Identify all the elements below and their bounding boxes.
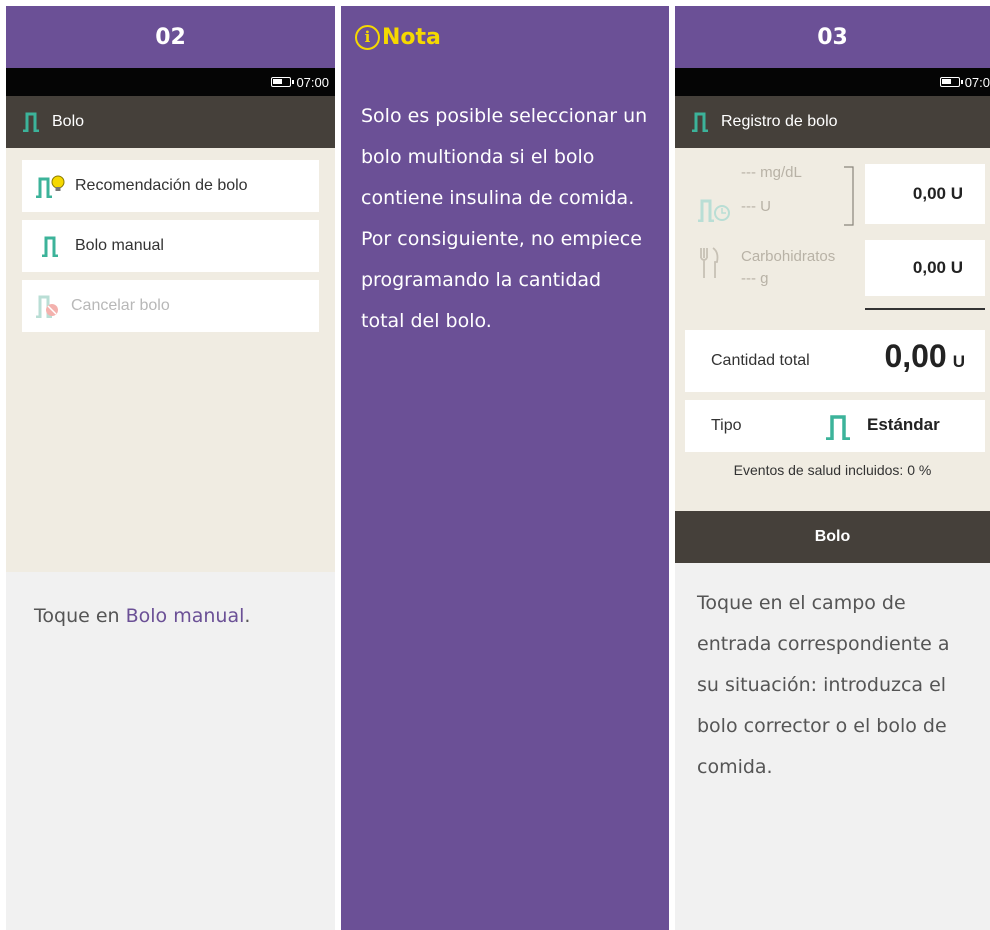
bolus-advice-icon [36, 175, 65, 198]
step-03-panel: 03 07:0 Registro de bolo --- mg/dL --- U… [675, 6, 990, 930]
health-events-text: Eventos de salud incluidos: 0 % [733, 462, 932, 478]
standard-bolus-icon [826, 415, 850, 440]
battery-icon [939, 77, 963, 87]
type-label: Tipo [711, 417, 742, 434]
bracket [844, 166, 854, 226]
caption-text: . [244, 605, 251, 627]
note-header: i Nota [341, 6, 669, 68]
app-bar: Registro de bolo [675, 96, 990, 148]
status-time: 07:00 [296, 74, 329, 90]
total-amount-row: Cantidad total 0,00 U [685, 330, 985, 392]
manual-bolus-link[interactable]: Bolo manual [126, 605, 245, 627]
menu-item-label: Bolo manual [75, 237, 164, 254]
total-value: 0,00 [884, 338, 947, 374]
correction-bolus-field[interactable]: 0,00 U [865, 164, 985, 224]
correction-bolus-icon [698, 199, 730, 222]
bolus-icon [42, 236, 58, 257]
battery-icon [271, 77, 295, 87]
carbs-label: Carbohidratos [741, 248, 836, 265]
total-value-group: 0,00 U [884, 338, 965, 375]
bolus-button-wrap: Bolo [675, 511, 990, 563]
bg-placeholder: --- mg/dL [741, 164, 802, 181]
bolus-button[interactable]: Bolo [675, 511, 990, 563]
bolus-icon [23, 112, 39, 132]
step-number: 02 [6, 6, 335, 68]
note-text: Solo es posible seleccionar un bolo mult… [361, 105, 648, 332]
status-bar: 07:00 [6, 68, 335, 96]
bolus-icon [692, 112, 708, 132]
step-instruction: Toque en Bolo manual. [6, 572, 335, 636]
bolus-type-row[interactable]: Tipo Estándar [685, 400, 985, 452]
status-bar: 07:0 [675, 68, 990, 96]
menu-item-cancel-bolus: Cancelar bolo [22, 280, 319, 332]
app-title: Registro de bolo [721, 113, 838, 130]
bolus-menu: Recomendación de bolo Bolo manual Cancel… [6, 148, 335, 572]
note-title: Nota [382, 24, 441, 50]
cancel-bolus-icon [36, 295, 58, 318]
carbs-bolus-field[interactable]: 0,00 U [865, 240, 985, 296]
fork-knife-icon [700, 247, 719, 278]
status-time: 07:0 [964, 74, 990, 90]
app-bar: Bolo [6, 96, 335, 148]
total-unit: U [952, 352, 965, 371]
bolus-entry-form: --- mg/dL --- U 0,00 U Carbohidratos ---… [675, 148, 990, 511]
sum-divider [865, 308, 985, 310]
menu-item-bolus-advice[interactable]: Recomendación de bolo [22, 160, 319, 212]
note-panel: i Nota Solo es posible seleccionar un bo… [341, 6, 669, 930]
correction-placeholder: --- U [741, 198, 771, 215]
step-02-panel: 02 07:00 Bolo Recomendación de bolo Bolo… [6, 6, 335, 930]
step-instruction: Toque en el campo de entrada correspondi… [697, 592, 950, 778]
total-label: Cantidad total [711, 352, 810, 369]
menu-item-manual-bolus[interactable]: Bolo manual [22, 220, 319, 272]
info-icon: i [355, 24, 380, 50]
menu-item-label: Recomendación de bolo [75, 177, 248, 194]
type-value: Estándar [867, 415, 940, 434]
carbs-placeholder: --- g [741, 270, 769, 287]
caption-text: Toque en [34, 605, 126, 627]
app-title: Bolo [52, 113, 85, 130]
step-number: 03 [675, 6, 990, 68]
menu-item-label: Cancelar bolo [71, 297, 170, 314]
